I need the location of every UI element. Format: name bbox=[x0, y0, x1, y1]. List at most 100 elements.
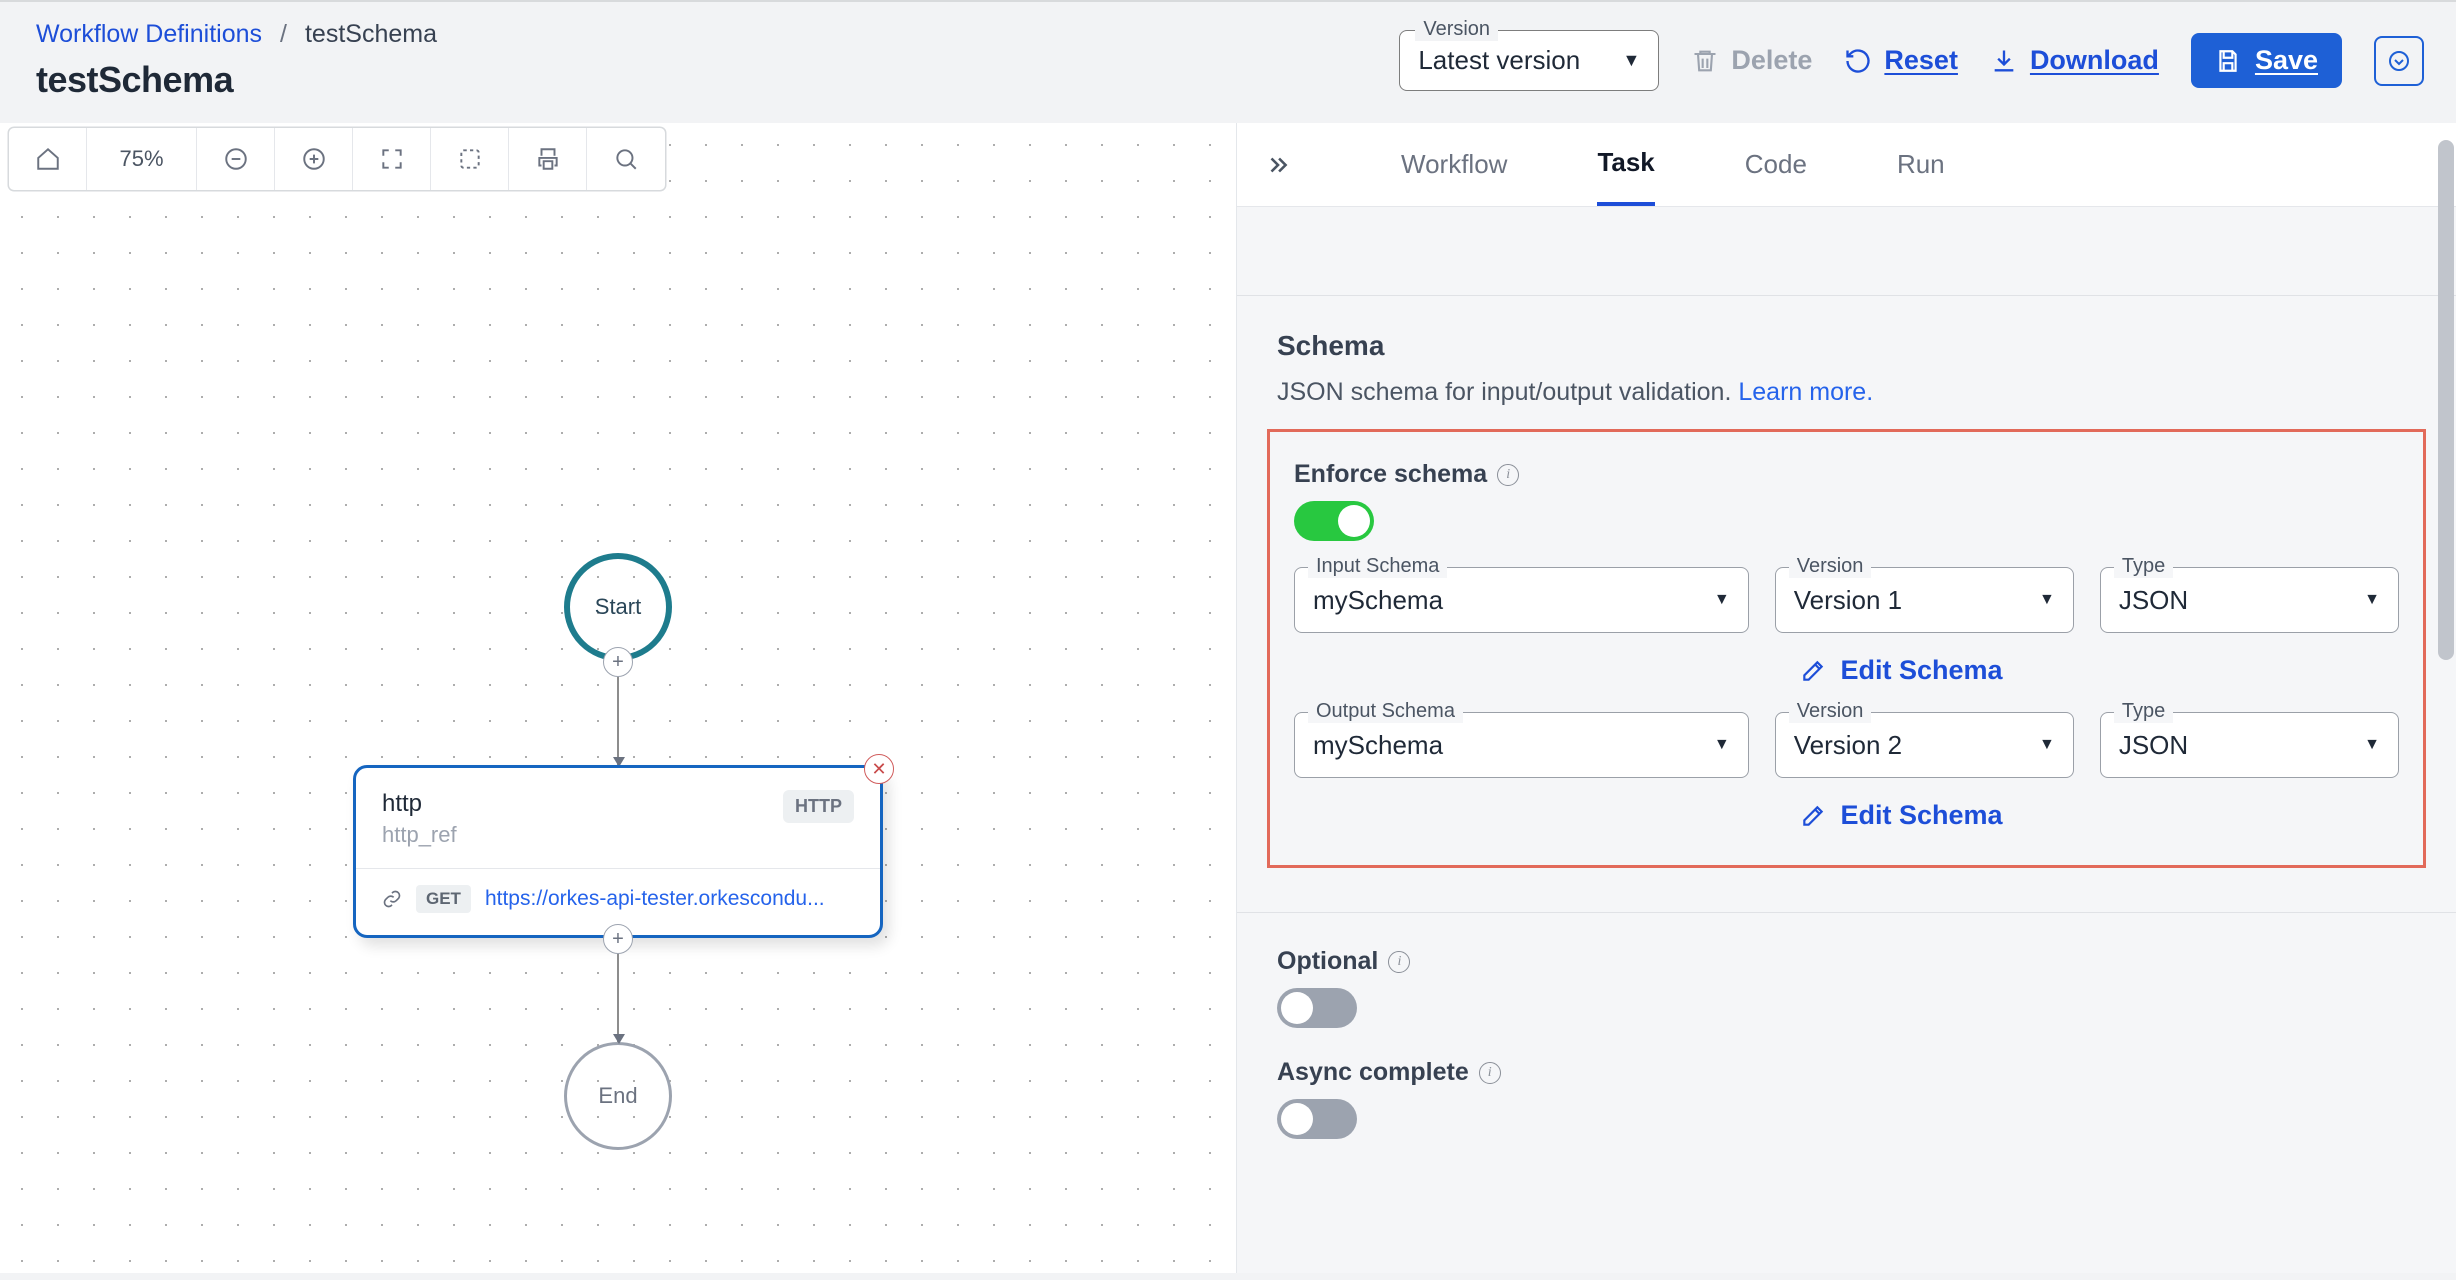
fit-screen-icon bbox=[379, 146, 405, 172]
edit-icon bbox=[1800, 803, 1826, 829]
zoom-level[interactable]: 75% bbox=[87, 128, 197, 190]
breadcrumb-block: Workflow Definitions / testSchema testSc… bbox=[36, 20, 437, 101]
minus-circle-icon bbox=[223, 146, 249, 172]
page-title: testSchema bbox=[36, 59, 437, 101]
selection-icon bbox=[457, 146, 483, 172]
delete-node-button[interactable]: ✕ bbox=[864, 754, 894, 784]
reset-button[interactable]: Reset bbox=[1844, 45, 1958, 76]
save-icon bbox=[2215, 48, 2241, 74]
async-complete-toggle[interactable] bbox=[1277, 1099, 1357, 1139]
tab-workflow[interactable]: Workflow bbox=[1401, 123, 1507, 206]
link-icon bbox=[382, 889, 402, 909]
chevron-double-right-icon bbox=[1265, 152, 1291, 178]
input-schema-field: Input Schema mySchema ▼ bbox=[1294, 567, 1749, 633]
version-select-wrap: Version Latest version ▼ bbox=[1399, 30, 1659, 91]
selection-button[interactable] bbox=[431, 128, 509, 190]
start-node[interactable]: Start bbox=[564, 553, 672, 661]
edit-input-schema-link[interactable]: Edit Schema bbox=[1404, 655, 2399, 686]
input-version-field: Version Version 1 ▼ bbox=[1775, 567, 2074, 633]
app-body: 75% Start + ✕ http http_ref HTTP bbox=[0, 123, 2456, 1273]
plus-circle-icon bbox=[301, 146, 327, 172]
collapse-panel-button[interactable] bbox=[1265, 152, 1291, 178]
enforce-schema-label-row: Enforce schema i bbox=[1294, 460, 2399, 489]
enforce-schema-label: Enforce schema bbox=[1294, 460, 1487, 489]
workflow-graph: Start + ✕ http http_ref HTTP GET https:/… bbox=[353, 553, 883, 1150]
input-type-float-label: Type bbox=[2114, 555, 2173, 578]
zoom-out-button[interactable] bbox=[197, 128, 275, 190]
download-button[interactable]: Download bbox=[1990, 45, 2159, 76]
add-node-button-bottom[interactable]: + bbox=[603, 924, 633, 954]
info-icon[interactable]: i bbox=[1479, 1062, 1501, 1084]
panel-spacer bbox=[1237, 207, 2456, 295]
reset-icon bbox=[1844, 47, 1872, 75]
save-button[interactable]: Save bbox=[2191, 33, 2342, 88]
info-icon[interactable]: i bbox=[1497, 464, 1519, 486]
canvas-toolbar: 75% bbox=[8, 127, 666, 191]
input-type-field: Type JSON ▼ bbox=[2100, 567, 2399, 633]
version-select-value: Latest version bbox=[1418, 45, 1580, 76]
output-version-field: Version Version 2 ▼ bbox=[1775, 712, 2074, 778]
schema-desc-text: JSON schema for input/output validation. bbox=[1277, 378, 1738, 406]
input-schema-value: mySchema bbox=[1313, 585, 1443, 616]
fit-button[interactable] bbox=[353, 128, 431, 190]
delete-label: Delete bbox=[1731, 45, 1812, 76]
breadcrumb: Workflow Definitions / testSchema bbox=[36, 20, 437, 49]
panel-tabs: Workflow Task Code Run bbox=[1237, 123, 2456, 207]
save-label: Save bbox=[2255, 45, 2318, 76]
tab-task[interactable]: Task bbox=[1597, 123, 1654, 206]
delete-button[interactable]: Delete bbox=[1691, 45, 1812, 76]
chevron-down-icon: ▼ bbox=[1714, 736, 1730, 754]
workflow-canvas[interactable]: 75% Start + ✕ http http_ref HTTP bbox=[0, 123, 1236, 1273]
schema-section-desc: JSON schema for input/output validation.… bbox=[1277, 378, 2416, 407]
home-button[interactable] bbox=[9, 128, 87, 190]
learn-more-link[interactable]: Learn more. bbox=[1738, 378, 1873, 406]
optional-toggle[interactable] bbox=[1277, 988, 1357, 1028]
async-complete-label: Async complete bbox=[1277, 1058, 1469, 1087]
edit-input-schema-label: Edit Schema bbox=[1840, 655, 2002, 686]
search-button[interactable] bbox=[587, 128, 665, 190]
enforce-schema-toggle[interactable] bbox=[1294, 501, 1374, 541]
save-dropdown-button[interactable] bbox=[2374, 36, 2424, 86]
http-method-pill: GET bbox=[416, 885, 471, 913]
output-schema-row: Output Schema mySchema ▼ Version Version… bbox=[1294, 712, 2399, 778]
breadcrumb-current: testSchema bbox=[305, 20, 437, 49]
info-icon[interactable]: i bbox=[1388, 951, 1410, 973]
task-type-pill: HTTP bbox=[783, 790, 854, 823]
schema-section: Schema JSON schema for input/output vali… bbox=[1237, 295, 2456, 912]
add-node-button-top[interactable]: + bbox=[603, 647, 633, 677]
optional-label: Optional bbox=[1277, 947, 1378, 976]
optional-label-row: Optional i bbox=[1277, 947, 2416, 976]
input-type-value: JSON bbox=[2119, 585, 2188, 616]
header-actions: Version Latest version ▼ Delete Reset Do… bbox=[1399, 20, 2424, 91]
chevron-down-icon: ▼ bbox=[2039, 591, 2055, 609]
trash-icon bbox=[1691, 47, 1719, 75]
optional-section: Optional i Async complete i bbox=[1237, 912, 2456, 1159]
output-type-float-label: Type bbox=[2114, 700, 2173, 723]
output-type-value: JSON bbox=[2119, 730, 2188, 761]
breadcrumb-root-link[interactable]: Workflow Definitions bbox=[36, 20, 262, 49]
details-panel: Workflow Task Code Run Schema JSON schem… bbox=[1236, 123, 2456, 1273]
app-header: Workflow Definitions / testSchema testSc… bbox=[0, 0, 2456, 123]
home-icon bbox=[35, 146, 61, 172]
close-icon: ✕ bbox=[871, 759, 886, 780]
zoom-in-button[interactable] bbox=[275, 128, 353, 190]
task-ref-name: http_ref bbox=[382, 822, 457, 848]
input-version-float-label: Version bbox=[1789, 555, 1872, 578]
input-version-value: Version 1 bbox=[1794, 585, 1902, 616]
tab-run[interactable]: Run bbox=[1897, 123, 1945, 206]
tab-code[interactable]: Code bbox=[1745, 123, 1807, 206]
panel-scrollbar[interactable] bbox=[2432, 140, 2456, 1280]
graph-edge bbox=[617, 954, 619, 1042]
search-icon bbox=[613, 146, 639, 172]
chevron-down-icon: ▼ bbox=[2364, 736, 2380, 754]
breadcrumb-separator: / bbox=[280, 20, 287, 49]
end-node[interactable]: End bbox=[564, 1042, 672, 1150]
print-button[interactable] bbox=[509, 128, 587, 190]
http-task-node[interactable]: ✕ http http_ref HTTP GET https://orkes-a… bbox=[353, 765, 883, 938]
panel-scroll-area[interactable]: Schema JSON schema for input/output vali… bbox=[1237, 295, 2456, 1273]
chevron-down-icon: ▼ bbox=[1714, 591, 1730, 609]
edit-output-schema-link[interactable]: Edit Schema bbox=[1404, 800, 2399, 831]
version-legend: Version bbox=[1415, 18, 1498, 41]
download-label: Download bbox=[2030, 45, 2159, 76]
graph-edge bbox=[617, 677, 619, 765]
